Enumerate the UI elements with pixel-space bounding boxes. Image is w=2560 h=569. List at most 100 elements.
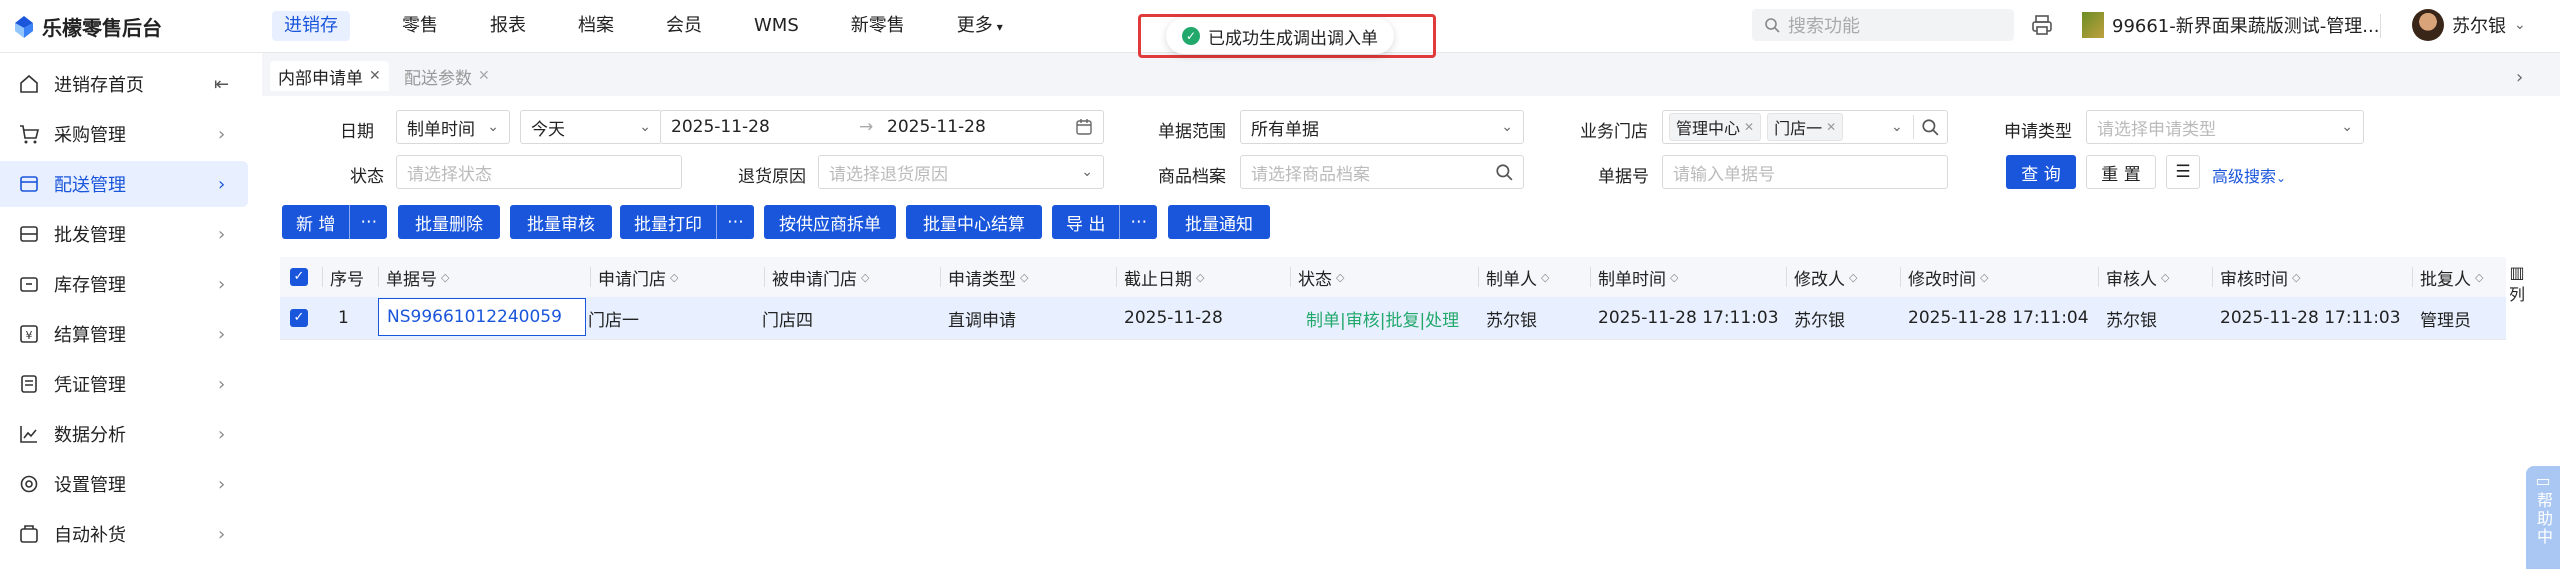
- tag-close-icon[interactable]: ✕: [1744, 120, 1754, 134]
- sidebar-item-settings[interactable]: 设置管理 ›: [0, 461, 248, 507]
- column-header-index: 序号: [330, 257, 364, 297]
- nav-retail[interactable]: 零售: [388, 0, 452, 52]
- nav-new-retail[interactable]: 新零售: [837, 0, 919, 52]
- more-icon[interactable]: ⋯: [716, 205, 754, 239]
- collapse-sidebar-icon[interactable]: ⇤: [214, 74, 229, 95]
- nav-member[interactable]: 会员: [652, 0, 716, 52]
- sidebar-label: 库存管理: [54, 275, 126, 296]
- column-header-apply-type[interactable]: 申请类型 ◇: [948, 257, 1028, 297]
- nav-report[interactable]: 报表: [476, 0, 540, 52]
- column-divider: [940, 267, 941, 287]
- sidebar-item-delivery[interactable]: 配送管理 ›: [0, 161, 248, 207]
- store-multiselect[interactable]: 管理中心 ✕ 门店一 ✕ ⌄: [1662, 110, 1948, 144]
- column-header-reviewer[interactable]: 审核人 ◇: [2106, 257, 2169, 297]
- add-button-group: 新 增 ⋯: [282, 205, 388, 239]
- cell-modifier: 苏尔银: [1794, 310, 1845, 331]
- nav-jxc[interactable]: 进销存: [258, 0, 364, 52]
- table-header: ✓ 序号 单据号 ◇ 申请门店 ◇ 被申请门店 ◇ 申请类型 ◇ 截止日期 ◇ 状态 ◇ 制…: [280, 257, 2506, 298]
- tab-internal-request[interactable]: 内部申请单 ✕: [270, 61, 389, 91]
- more-icon[interactable]: ⋯: [1119, 205, 1157, 239]
- status-select[interactable]: 请选择状态: [396, 155, 682, 189]
- date-range-picker[interactable]: 2025-11-28 → 2025-11-28: [660, 110, 1104, 144]
- column-header-target-store[interactable]: 被申请门店 ◇: [772, 257, 869, 297]
- tag-close-icon[interactable]: ✕: [1826, 120, 1836, 134]
- store-switcher[interactable]: 99661-新界面果蔬版测试-管理...: [2082, 12, 2379, 38]
- nav-wms[interactable]: WMS: [740, 0, 813, 52]
- nav-archive[interactable]: 档案: [564, 0, 628, 52]
- nav-more[interactable]: 更多 ▾: [943, 0, 1017, 52]
- user-menu[interactable]: 苏尔银 ⌄: [2412, 9, 2526, 41]
- column-header-modifier[interactable]: 修改人 ◇: [1794, 257, 1857, 297]
- column-header-creator[interactable]: 制单人 ◇: [1486, 257, 1549, 297]
- apply-type-select[interactable]: 请选择申请类型 ⌄: [2086, 110, 2364, 144]
- date-type-select[interactable]: 制单时间 ⌄: [396, 110, 510, 144]
- tab-label: 配送参数: [404, 68, 472, 89]
- date-preset-select[interactable]: 今天 ⌄: [520, 110, 662, 144]
- doc-no-input[interactable]: 请输入单据号: [1662, 155, 1948, 189]
- column-settings-button[interactable]: ▥ 列: [2506, 262, 2528, 306]
- batch-notify-button[interactable]: 批量通知: [1168, 205, 1270, 239]
- column-header-created-at[interactable]: 制单时间 ◇: [1598, 257, 1678, 297]
- column-header-approver[interactable]: 批复人 ◇: [2420, 257, 2483, 297]
- sidebar-item-purchase[interactable]: 采购管理 ›: [0, 111, 248, 157]
- column-header-doc-no[interactable]: 单据号 ◇: [386, 257, 449, 297]
- chart-icon: [20, 426, 37, 443]
- select-all-checkbox[interactable]: ✓: [290, 257, 308, 297]
- more-icon[interactable]: ⋯: [349, 205, 387, 239]
- sidebar-item-analytics[interactable]: 数据分析 ›: [0, 411, 248, 457]
- printer-icon[interactable]: [2030, 13, 2054, 37]
- close-icon[interactable]: ✕: [478, 68, 490, 84]
- column-toggle-label: 列: [2508, 285, 2525, 304]
- header-label: 申请类型: [948, 269, 1016, 290]
- table-row[interactable]: ✓ 1 门店一 门店四 直调申请 2025-11-28 制单|审核|批复|处理 …: [280, 297, 2506, 340]
- column-divider: [2212, 267, 2213, 287]
- sidebar-item-inventory[interactable]: 库存管理 ›: [0, 261, 248, 307]
- column-icon: ▥: [2509, 263, 2525, 282]
- batch-print-button[interactable]: 批量打印: [620, 210, 716, 235]
- batch-delete-button[interactable]: 批量删除: [398, 205, 500, 239]
- column-divider: [1786, 267, 1787, 287]
- return-reason-select[interactable]: 请选择退货原因 ⌄: [818, 155, 1104, 189]
- column-header-reviewed-at[interactable]: 审核时间 ◇: [2220, 257, 2300, 297]
- user-name: 苏尔银: [2452, 16, 2506, 37]
- sidebar-item-jxc-home[interactable]: 进销存首页 ⇤: [0, 61, 248, 107]
- checkbox-checked-icon: ✓: [290, 309, 308, 327]
- sort-icon: ◇: [2292, 270, 2301, 284]
- add-button[interactable]: 新 增: [282, 210, 349, 235]
- query-button[interactable]: 查 询: [2006, 155, 2076, 189]
- reset-button[interactable]: 重 置: [2086, 155, 2156, 189]
- placeholder: 请输入单据号: [1673, 164, 1775, 185]
- cell-doc-no-link[interactable]: NS99661012240059: [378, 298, 586, 336]
- tab-delivery-params[interactable]: 配送参数 ✕: [396, 61, 498, 91]
- store-name: 99661-新界面果蔬版测试-管理...: [2112, 16, 2380, 37]
- column-header-modified-at[interactable]: 修改时间 ◇: [1908, 257, 1988, 297]
- advanced-search-link[interactable]: 高级搜索⌄: [2212, 163, 2286, 187]
- close-icon[interactable]: ✕: [369, 68, 381, 84]
- search-icon[interactable]: [1921, 118, 1939, 136]
- column-header-status[interactable]: 状态 ◇: [1298, 257, 1344, 297]
- product-select[interactable]: 请选择商品档案: [1240, 155, 1524, 189]
- chevron-right-icon: ›: [218, 523, 226, 545]
- batch-center-settle-button[interactable]: 批量中心结算: [906, 205, 1042, 239]
- cell-creator: 苏尔银: [1486, 310, 1537, 331]
- function-search-input[interactable]: 搜索功能: [1752, 9, 2014, 41]
- sidebar-item-voucher[interactable]: 凭证管理 ›: [0, 361, 248, 407]
- row-checkbox[interactable]: ✓: [290, 297, 308, 339]
- tabs-overflow-icon[interactable]: ›: [2516, 67, 2523, 88]
- filter-settings-button[interactable]: ☰: [2166, 155, 2200, 189]
- column-header-deadline[interactable]: 截止日期 ◇: [1124, 257, 1204, 297]
- tag-label: 门店一: [1774, 119, 1823, 138]
- split-by-supplier-button[interactable]: 按供应商拆单: [764, 205, 896, 239]
- scope-select[interactable]: 所有单据 ⌄: [1240, 110, 1524, 144]
- help-center-button[interactable]: ▭ 帮助中: [2526, 466, 2560, 569]
- sidebar-item-wholesale[interactable]: 批发管理 ›: [0, 211, 248, 257]
- search-icon[interactable]: [1495, 163, 1513, 181]
- sidebar-item-replenish[interactable]: 自动补货 ›: [0, 511, 248, 557]
- app-logo[interactable]: 乐檬零售后台: [14, 12, 162, 41]
- caret-down-icon: ▾: [996, 20, 1003, 34]
- export-button[interactable]: 导 出: [1052, 210, 1119, 235]
- batch-review-button[interactable]: 批量审核: [510, 205, 612, 239]
- sidebar-item-settlement[interactable]: ¥ 结算管理 ›: [0, 311, 248, 357]
- column-header-apply-store[interactable]: 申请门店 ◇: [598, 257, 678, 297]
- cell-status[interactable]: 制单|审核|批复|处理: [1306, 297, 1459, 339]
